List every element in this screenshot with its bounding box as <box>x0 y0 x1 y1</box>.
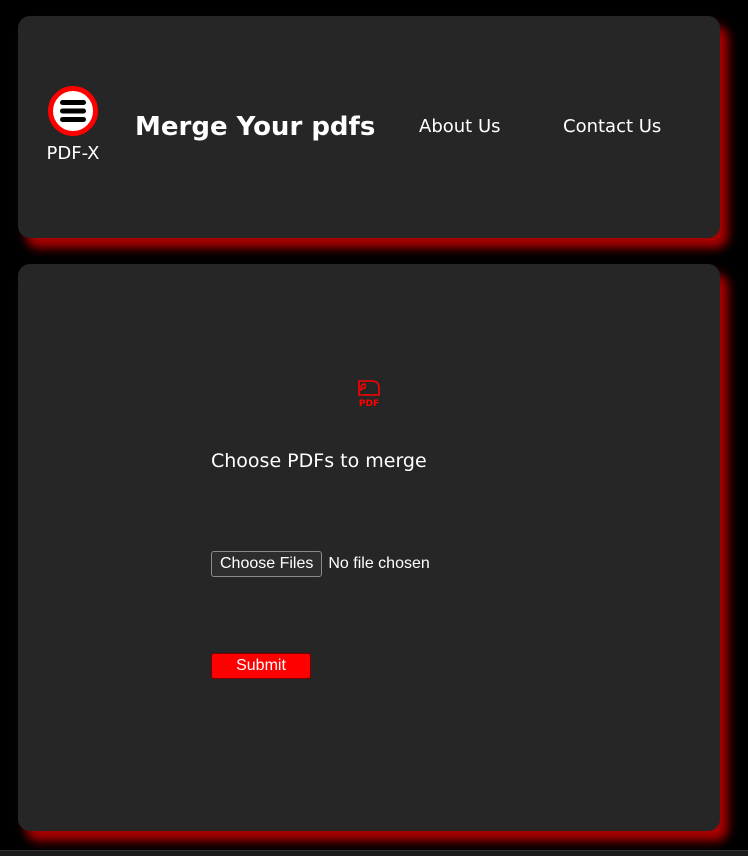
bottom-strip <box>0 850 748 856</box>
logo[interactable]: PDF-X <box>40 86 106 164</box>
header-card: PDF-X Merge Your pdfs About Us Contact U… <box>18 16 720 238</box>
menu-bars-glyph <box>60 100 86 122</box>
nav-about-us[interactable]: About Us <box>419 115 501 139</box>
nav-contact-us[interactable]: Contact Us <box>563 115 661 139</box>
pdf-file-icon: PDF <box>358 380 380 409</box>
choose-files-button[interactable]: Choose Files <box>211 551 323 577</box>
merge-form-card: PDF Choose PDFs to merge Choose Files No … <box>18 264 720 831</box>
pdf-icon-text: PDF <box>359 399 379 409</box>
file-status-text: No file chosen <box>328 555 430 572</box>
logo-label: PDF-X <box>46 143 100 164</box>
page: PDF-X Merge Your pdfs About Us Contact U… <box>0 0 748 856</box>
form-heading: Choose PDFs to merge <box>211 450 427 472</box>
submit-button[interactable]: Submit <box>211 653 311 679</box>
page-title: Merge Your pdfs <box>135 112 376 142</box>
menu-bars-icon[interactable] <box>48 86 98 136</box>
file-input[interactable]: Choose Files No file chosen <box>211 551 430 577</box>
